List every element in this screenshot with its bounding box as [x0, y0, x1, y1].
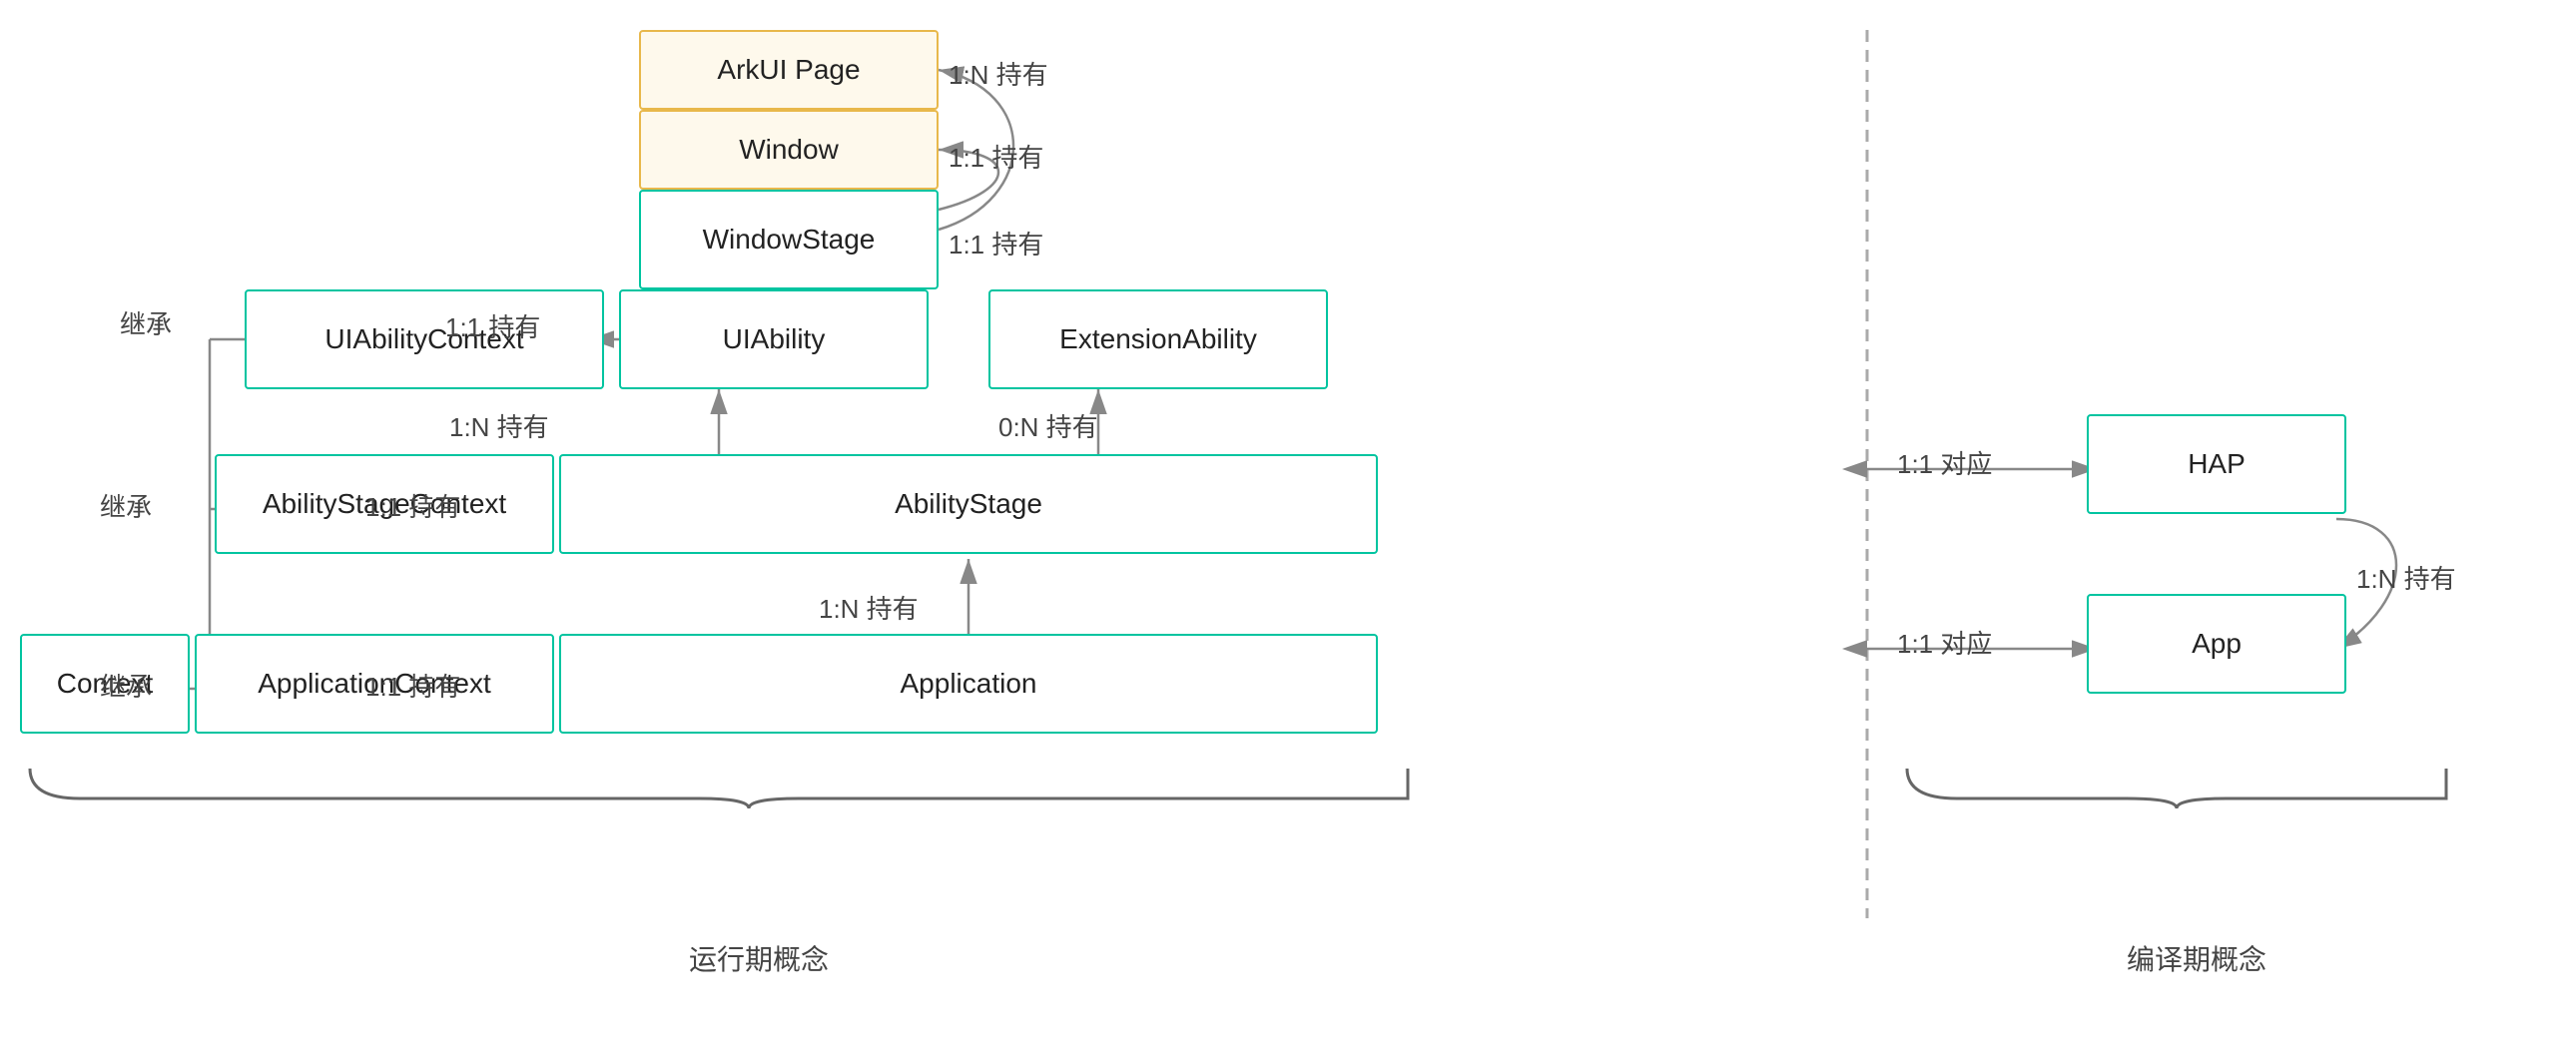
runtime-brace: [20, 759, 1418, 818]
label-app-1n: 1:N 持有: [819, 589, 919, 626]
label-abilitystagectx-hold: 1:1 持有: [365, 487, 460, 524]
label-inherit-abilitystage: 继承: [100, 487, 152, 524]
label-uiabilityctx-hold: 1:1 持有: [445, 307, 540, 344]
label-hap-app-hold: 1:N 持有: [2356, 559, 2456, 596]
hap-label: HAP: [2188, 448, 2246, 480]
application-box: Application: [559, 634, 1378, 734]
windowstage-box: WindowStage: [639, 190, 939, 289]
label-ext-0n: 0:N 持有: [998, 407, 1098, 444]
label-ability-1n: 1:N 持有: [449, 407, 549, 444]
application-label: Application: [901, 668, 1037, 700]
uiability-box: UIAbility: [619, 289, 929, 389]
compile-brace: [1897, 759, 2456, 818]
abilitystage-label: AbilityStage: [895, 488, 1042, 520]
window-label: Window: [739, 134, 839, 166]
uiability-label: UIAbility: [723, 323, 826, 355]
window-box: Window: [639, 110, 939, 190]
label-appctx-hold: 1:1 持有: [365, 667, 460, 704]
compile-label: 编译期概念: [1997, 938, 2396, 978]
label-windowstage-hold: 1:1 持有: [949, 225, 1043, 262]
runtime-label: 运行期概念: [459, 938, 1058, 978]
extensionability-box: ExtensionAbility: [988, 289, 1328, 389]
arkui-page-box: ArkUI Page: [639, 30, 939, 110]
app-box: App: [2087, 594, 2346, 694]
label-hap-correspond: 1:1 对应: [1897, 444, 1992, 481]
label-inherit-uiability: 继承: [120, 304, 172, 341]
label-inherit-application: 继承: [100, 667, 152, 704]
diagram: ArkUI Page Window WindowStage UIAbility …: [0, 0, 2576, 1056]
label-window-hold: 1:1 持有: [949, 138, 1043, 175]
label-arkui-hold: 1:N 持有: [949, 55, 1048, 92]
uiabilitycontext-box: UIAbilityContext: [245, 289, 604, 389]
hap-box: HAP: [2087, 414, 2346, 514]
abilitystage-box: AbilityStage: [559, 454, 1378, 554]
arkui-page-label: ArkUI Page: [717, 54, 860, 86]
label-app-correspond: 1:1 对应: [1897, 624, 1992, 661]
app-label: App: [2192, 628, 2242, 660]
windowstage-label: WindowStage: [703, 224, 876, 256]
extensionability-label: ExtensionAbility: [1059, 323, 1257, 355]
